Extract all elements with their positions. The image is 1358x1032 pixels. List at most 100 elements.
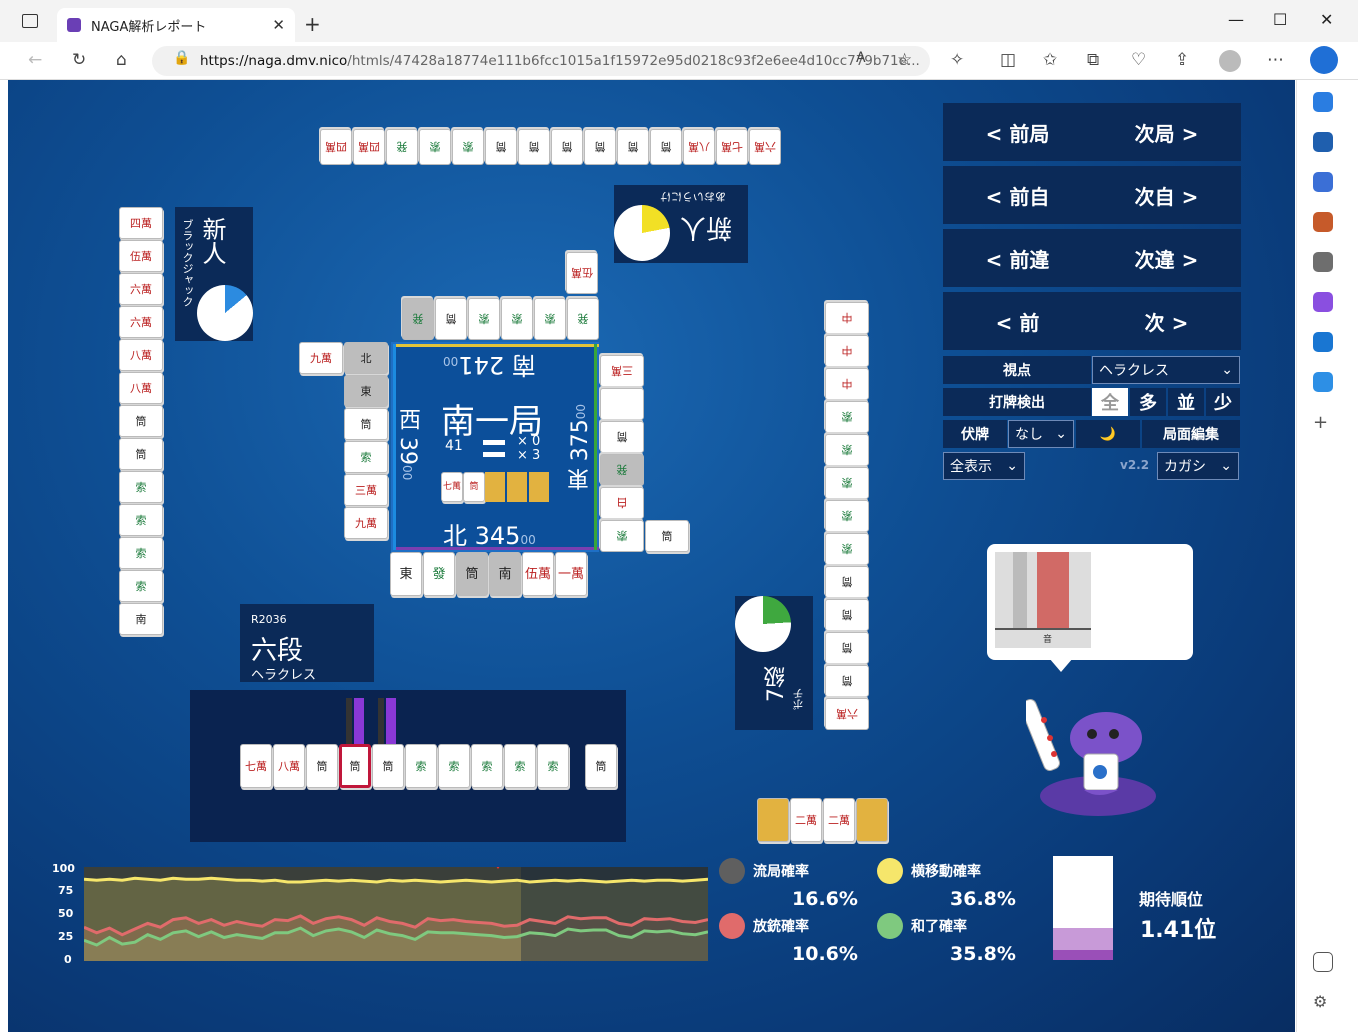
new-tab-icon[interactable]: + [304, 12, 321, 36]
outlook-icon[interactable] [1313, 332, 1333, 352]
self-hand-tile[interactable]: 索 [471, 744, 503, 788]
expected-rank-value: 1.41位 [1140, 918, 1217, 943]
back-icon[interactable]: ← [28, 50, 42, 70]
detect-normal-button[interactable]: 並 [1168, 388, 1204, 416]
collections-icon[interactable]: ⧉ [1087, 50, 1099, 70]
next-diff-button[interactable]: 次違 > [1135, 244, 1199, 273]
prev-button[interactable]: < 前 [996, 307, 1040, 336]
sidebar-search-icon[interactable] [1313, 132, 1333, 152]
ai-bar-gray-1 [346, 698, 352, 744]
left-river-tile: 筒 [119, 438, 163, 470]
self-hand-tile[interactable]: 筒 [306, 744, 338, 788]
next-self-button[interactable]: 次自 > [1135, 181, 1199, 210]
home-icon[interactable]: ⌂ [116, 50, 127, 70]
maximize-icon[interactable]: ☐ [1273, 10, 1287, 29]
yoko-legend-dot [877, 858, 903, 884]
south-wall-tile: 発 [402, 298, 434, 340]
viewpoint-value: ヘラクレス [1099, 363, 1169, 379]
self-hand-tile[interactable]: 筒 [339, 744, 371, 788]
sidebar-settings-icon[interactable]: ⚙ [1313, 992, 1333, 1012]
bing-copilot-icon[interactable] [1310, 46, 1338, 74]
right-river-tile: 筒 [825, 665, 869, 697]
address-bar[interactable]: https://naga.dmv.nico/htmls/47428a18774e… [152, 46, 930, 76]
edit-board-button[interactable]: 局面編集 [1142, 420, 1240, 448]
microsoft365-icon[interactable] [1313, 292, 1333, 312]
left-river-tile: 六萬 [119, 273, 163, 305]
naga-board: 新人 あおいうにけ 新人 ブラックジャック 7級 ポチ R2036 六段 ヘラク… [8, 80, 1295, 1032]
browser-tab[interactable]: NAGA解析レポート ✕ [57, 8, 295, 42]
right-river-tile: 索 [825, 467, 869, 499]
self-hand-tile[interactable]: 筒 [372, 744, 404, 788]
hide-label: 伏牌 [943, 420, 1007, 448]
close-window-icon[interactable]: ✕ [1320, 10, 1333, 29]
ryukyoku-value: 16.6% [792, 888, 858, 910]
chevron-down-icon: ⌄ [1220, 458, 1232, 474]
detect-few-button[interactable]: 少 [1206, 388, 1240, 416]
refresh-icon[interactable]: ↻ [72, 50, 86, 70]
north-wall-tile: 東 [390, 552, 422, 596]
add-sidebar-icon[interactable]: + [1313, 412, 1333, 433]
split-screen-icon[interactable]: ◫ [1000, 50, 1016, 70]
self-hand-tile[interactable]: 索 [537, 744, 569, 788]
browser-toolbar: ← ↻ ⌂ https://naga.dmv.nico/htmls/47428a… [0, 42, 1358, 80]
more-menu-icon[interactable]: ⋯ [1267, 50, 1284, 70]
dora-indicators: 七萬筒 [441, 472, 551, 502]
top-river-tile: 六萬 [749, 129, 781, 165]
close-tab-icon[interactable]: ✕ [272, 16, 285, 34]
left-river-tile: 索 [119, 570, 163, 602]
performance-icon[interactable]: ♡ [1131, 50, 1146, 70]
west-wall-tile: 北 [344, 342, 388, 374]
notification-bell-icon[interactable] [1313, 92, 1333, 112]
north-score: 北 34500 [443, 516, 536, 551]
telegram-icon[interactable] [1313, 372, 1333, 392]
dora-tile: 筒 [463, 472, 485, 502]
west-wall-tile: 東 [344, 375, 388, 407]
east-wall-tile: 白 [600, 487, 644, 519]
tools-briefcase-icon[interactable] [1313, 212, 1333, 232]
top-river-tile: 筒 [518, 129, 550, 165]
self-hand-tile[interactable]: 索 [438, 744, 470, 788]
self-hand-tile[interactable]: 七萬 [240, 744, 272, 788]
favorites-icon[interactable]: ✩ [1043, 50, 1057, 70]
games-icon[interactable] [1313, 252, 1333, 272]
display-select[interactable]: 全表示 ⌄ [943, 452, 1025, 480]
prev-diff-button[interactable]: < 前違 [986, 244, 1050, 273]
ryukyoku-legend-dot [719, 858, 745, 884]
next-round-button[interactable]: 次局 > [1135, 118, 1199, 147]
shopping-tag-icon[interactable] [1313, 172, 1333, 192]
top-river-tile: 筒 [584, 129, 616, 165]
share-icon[interactable]: ⇪ [1175, 50, 1189, 70]
stick-count-2: × 3 [517, 448, 541, 463]
tab-actions-icon[interactable] [22, 14, 38, 28]
left-river-tile: 索 [119, 471, 163, 503]
self-hand-tile[interactable]: 索 [405, 744, 437, 788]
self-player-panel: R2036 六段 ヘラクレス [240, 604, 374, 683]
detect-all-button[interactable]: 全 [1092, 388, 1128, 416]
round-nav: < 前局 次局 > [943, 103, 1241, 161]
self-hand-tile[interactable]: 索 [504, 744, 536, 788]
self-hand-tile[interactable]: 八萬 [273, 744, 305, 788]
left-river-tile: 筒 [119, 405, 163, 437]
favorite-star-icon[interactable]: ☆ [897, 50, 912, 70]
hide-sidebar-icon[interactable] [1313, 952, 1333, 972]
hide-select[interactable]: なし ⌄ [1008, 420, 1074, 448]
model-select[interactable]: カガシ ⌄ [1157, 452, 1239, 480]
prev-round-button[interactable]: < 前局 [986, 118, 1050, 147]
right-river-tile: 筒 [825, 566, 869, 598]
self-hand-tile[interactable]: 筒 [585, 744, 617, 788]
minimize-icon[interactable]: — [1228, 10, 1244, 29]
prev-self-button[interactable]: < 前自 [986, 181, 1050, 210]
detect-many-button[interactable]: 多 [1130, 388, 1166, 416]
ai-tile-label: 音 [1043, 635, 1053, 645]
center-score-box: 南 24100 南一局 41 × 0 × 3 西 3900 東 37500 北 … [391, 342, 599, 552]
right-river-tile: 中 [825, 368, 869, 400]
lock-icon[interactable]: 🔒 [173, 50, 190, 66]
ai-bar-red [1037, 552, 1069, 628]
read-aloud-icon[interactable]: A [856, 50, 866, 66]
viewpoint-select[interactable]: ヘラクレス ⌄ [1092, 356, 1240, 384]
profile-avatar[interactable] [1219, 50, 1241, 72]
dark-mode-moon-icon[interactable]: 🌙 [1076, 420, 1140, 448]
next-button[interactable]: 次 > [1145, 307, 1189, 336]
extensions-icon[interactable]: ✧ [950, 50, 964, 70]
left-river-tile: 索 [119, 504, 163, 536]
